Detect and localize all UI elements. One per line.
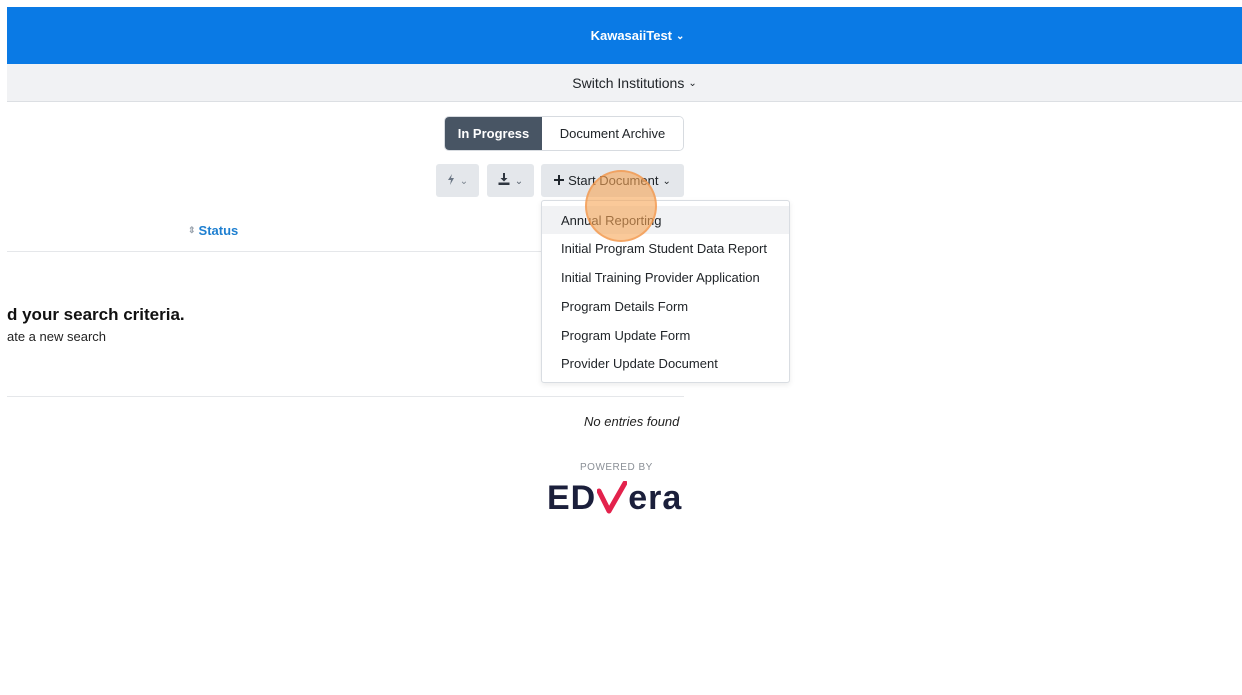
switch-institutions-button[interactable]: Switch Institutions ⌄: [572, 75, 696, 91]
tab-in-progress[interactable]: In Progress: [445, 117, 542, 150]
menu-item-program-update-form[interactable]: Program Update Form: [542, 321, 789, 349]
status-header-label: Status: [198, 223, 239, 238]
switch-institutions-bar: Switch Institutions ⌄: [7, 64, 1242, 102]
download-dropdown-button[interactable]: ⌄: [487, 164, 534, 197]
tab-document-archive[interactable]: Document Archive: [542, 117, 683, 150]
menu-item-program-details-form[interactable]: Program Details Form: [542, 292, 789, 320]
no-entries-text: No entries found: [584, 414, 680, 429]
chevron-down-icon: ⌄: [676, 31, 685, 42]
download-icon: [498, 173, 510, 188]
institution-menu[interactable]: KawasaiiTest ⌄: [591, 28, 685, 43]
logo-text-left: ED: [547, 478, 597, 517]
window-edge: [0, 0, 7, 695]
chevron-down-icon: ⌄: [514, 176, 524, 187]
actions-dropdown-button[interactable]: ⌄: [436, 164, 479, 197]
chevron-down-icon: ⌄: [688, 78, 697, 89]
table-divider-bottom: [7, 396, 684, 397]
menu-item-annual-reporting[interactable]: Annual Reporting: [542, 206, 789, 234]
logo-checkmark-icon: [597, 481, 628, 514]
start-document-button[interactable]: Start Document ⌄: [541, 164, 684, 197]
status-column-header[interactable]: ⇕ Status: [188, 223, 238, 238]
document-tabs: In Progress Document Archive: [444, 116, 684, 151]
logo-text-right: era: [628, 478, 683, 517]
start-document-menu: Annual Reporting Initial Program Student…: [541, 200, 790, 383]
empty-state-subtitle: ate a new search: [7, 329, 107, 344]
institution-name: KawasaiiTest: [590, 28, 673, 43]
switch-institutions-label: Switch Institutions: [572, 74, 685, 91]
lightning-icon: [447, 173, 455, 188]
top-navbar: KawasaiiTest ⌄: [7, 7, 1242, 64]
start-document-label: Start Document: [568, 173, 659, 188]
sort-icon: ⇕: [188, 225, 196, 235]
powered-by-label: POWERED BY: [580, 462, 653, 473]
chevron-down-icon: ⌄: [662, 176, 671, 187]
chevron-down-icon: ⌄: [459, 176, 469, 187]
menu-item-initial-training-provider-application[interactable]: Initial Training Provider Application: [542, 263, 789, 291]
menu-item-provider-update-document[interactable]: Provider Update Document: [542, 349, 789, 377]
edvera-logo: ED era: [547, 476, 687, 520]
empty-state-title: d your search criteria.: [7, 305, 185, 324]
menu-item-initial-program-student-data-report[interactable]: Initial Program Student Data Report: [542, 234, 789, 262]
plus-icon: [554, 173, 565, 188]
